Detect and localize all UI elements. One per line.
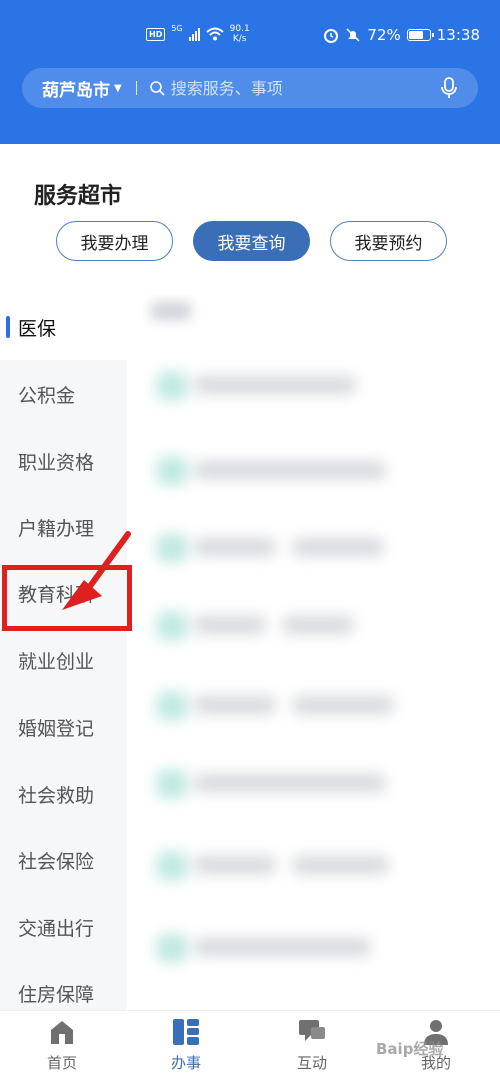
list-item[interactable]: [143, 674, 500, 734]
city-selector[interactable]: 葫芦岛市 ▼: [42, 76, 122, 101]
highlight-box: [2, 565, 132, 631]
clock: 13:38: [436, 26, 480, 44]
sidebar-item-marriage-registration[interactable]: 婚姻登记: [0, 694, 127, 760]
sidebar-item-medical-insurance[interactable]: 医保: [0, 294, 127, 360]
tab-appointment[interactable]: 我要预约: [330, 221, 447, 261]
home-icon: [51, 1021, 73, 1044]
sidebar-item-transportation[interactable]: 交通出行: [0, 894, 127, 960]
nav-home[interactable]: 首页: [22, 1017, 102, 1073]
city-label: 葫芦岛市: [42, 80, 110, 101]
sidebar-item-professional-qualification[interactable]: 职业资格: [0, 428, 127, 494]
sidebar-item-household-registration[interactable]: 户籍办理: [0, 494, 127, 560]
search-bar: 葫芦岛市 ▼: [22, 68, 478, 108]
nav-services[interactable]: 办事: [146, 1017, 226, 1073]
network-status: HD 5G 90.1 K/s: [146, 24, 250, 44]
mute-bell-icon: [346, 28, 360, 42]
list-item[interactable]: [143, 594, 500, 654]
search-input[interactable]: [170, 78, 440, 98]
list-item[interactable]: [143, 916, 500, 974]
grid-icon: [173, 1019, 199, 1045]
sidebar-item-social-insurance[interactable]: 社会保险: [0, 827, 127, 893]
nav-interaction[interactable]: 互动: [272, 1017, 352, 1073]
app-header: HD 5G 90.1 K/s 72% 13:38 葫芦岛市 ▼: [0, 0, 500, 144]
list-item[interactable]: [143, 834, 500, 894]
network-type: 5G: [171, 24, 183, 33]
caret-down-icon: ▼: [114, 82, 122, 94]
watermark-logo: Baiр经验: [376, 1040, 444, 1058]
alarm-icon: [324, 29, 339, 43]
signal-icon: [188, 27, 200, 41]
wifi-icon: [205, 27, 224, 41]
list-item[interactable]: [143, 516, 500, 576]
system-status: 72% 13:38: [323, 26, 480, 44]
list-item[interactable]: [143, 354, 500, 414]
status-bar: HD 5G 90.1 K/s 72% 13:38: [0, 22, 500, 52]
list-header-blurred: [151, 302, 191, 320]
tab-query[interactable]: 我要查询: [193, 221, 310, 261]
network-speed: 90.1 K/s: [229, 24, 250, 44]
chat-icon: [299, 1020, 325, 1041]
category-sidebar: 医保 公积金 职业资格 户籍办理 教育科研 就业创业 婚姻登记 社会救助 社会保…: [0, 294, 127, 1010]
search-icon: [149, 81, 165, 96]
sidebar-item-housing-fund[interactable]: 公积金: [0, 361, 127, 427]
list-item[interactable]: [143, 752, 500, 812]
battery-icon: [406, 29, 434, 41]
nav-label: 首页: [46, 1054, 77, 1072]
microphone-icon[interactable]: [440, 77, 458, 99]
list-item[interactable]: [143, 439, 500, 499]
sidebar-item-social-assistance[interactable]: 社会救助: [0, 761, 127, 827]
sidebar-item-employment[interactable]: 就业创业: [0, 627, 127, 693]
nav-label: 办事: [170, 1054, 201, 1072]
hd-badge: HD: [146, 27, 166, 41]
service-list-blurred: [143, 294, 500, 974]
query-tabs: 我要办理 我要查询 我要预约: [56, 221, 447, 261]
battery-percent: 72%: [367, 26, 401, 44]
search-divider: [135, 81, 137, 95]
section-title: 服务超市: [34, 184, 123, 209]
tab-handle[interactable]: 我要办理: [56, 221, 173, 261]
nav-label: 互动: [296, 1054, 327, 1072]
